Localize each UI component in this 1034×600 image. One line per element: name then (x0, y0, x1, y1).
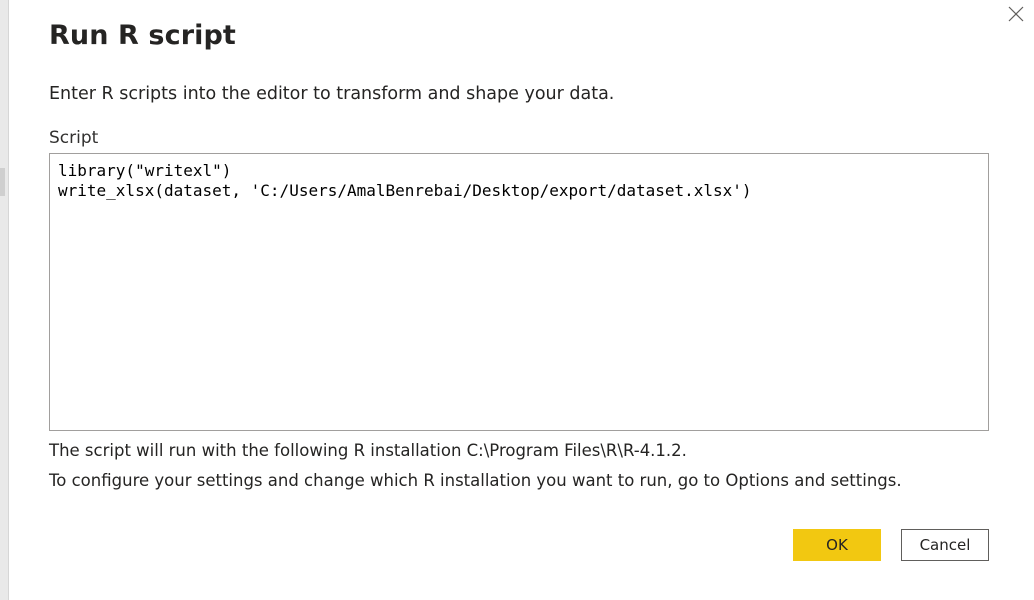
ok-button[interactable]: OK (793, 529, 881, 561)
close-icon (1008, 6, 1024, 22)
dialog-title: Run R script (49, 20, 236, 51)
close-button[interactable] (999, 0, 1033, 28)
script-editor[interactable]: library("writexl") write_xlsx(dataset, '… (49, 153, 989, 431)
r-installation-info: The script will run with the following R… (49, 441, 687, 460)
configure-settings-info: To configure your settings and change wh… (49, 471, 902, 490)
dialog-description: Enter R scripts into the editor to trans… (49, 84, 615, 104)
script-line: write_xlsx(dataset, 'C:/Users/AmalBenreb… (58, 181, 752, 200)
script-label: Script (49, 128, 99, 148)
backdrop-strip (0, 0, 8, 600)
run-r-script-dialog: Run R script Enter R scripts into the ed… (8, 0, 1034, 600)
backdrop-scroll-handle (0, 168, 5, 196)
cancel-button[interactable]: Cancel (901, 529, 989, 561)
script-line: library("writexl") (58, 161, 232, 180)
